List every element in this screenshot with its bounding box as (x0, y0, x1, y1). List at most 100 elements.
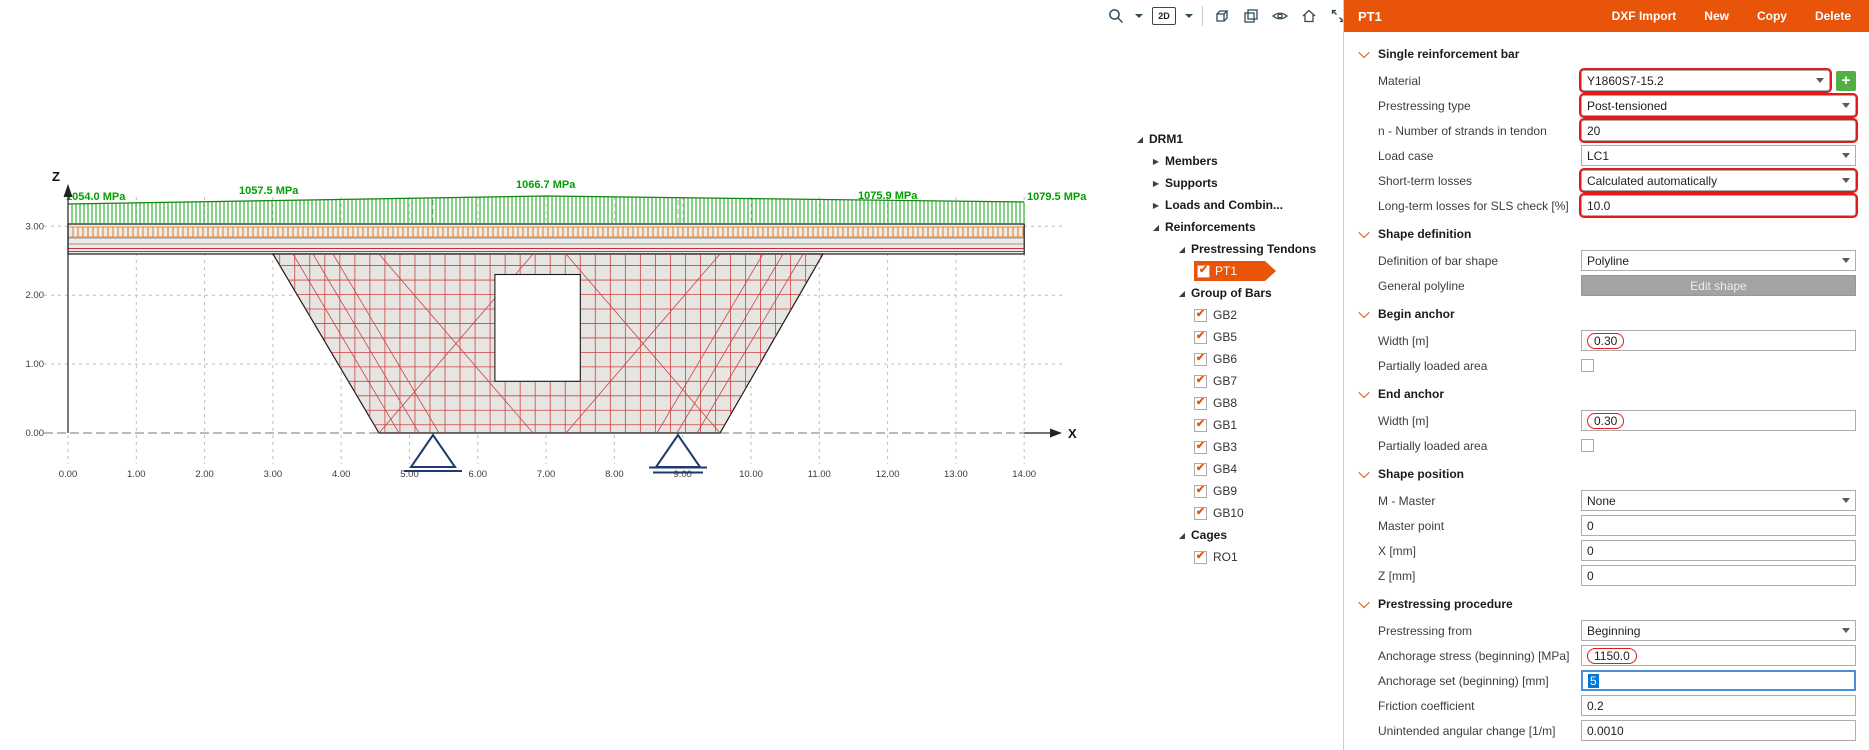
n-number-of-strands-in-tendon-input[interactable]: 20 (1581, 120, 1856, 141)
axonometry-icon[interactable] (1212, 6, 1232, 26)
tree-item-checkbox[interactable]: ✔ (1197, 265, 1210, 278)
tree-expand-icon[interactable]: ▶ (1150, 179, 1162, 188)
prop-control: 0.30 (1581, 330, 1856, 351)
tree-expand-icon[interactable]: ▶ (1150, 201, 1162, 210)
master-point-input[interactable]: 0 (1581, 515, 1856, 536)
tree-collapse-icon[interactable]: ◢ (1176, 245, 1188, 254)
friction-coefficient-input[interactable]: 0.2 (1581, 695, 1856, 716)
tree-item-checkbox[interactable]: ✔ (1194, 551, 1207, 564)
tree-item-checkbox[interactable]: ✔ (1194, 331, 1207, 344)
prop-row-short-term-losses: Short-term lossesCalculated automaticall… (1344, 168, 1869, 193)
check-icon: ✔ (1199, 265, 1208, 276)
partially-loaded-area-checkbox[interactable] (1581, 359, 1594, 372)
unintended-angular-change-1-m-input[interactable]: 0.0010 (1581, 720, 1856, 741)
tree-item-gb4[interactable]: ✔GB4 (1128, 458, 1340, 480)
zoom-icon[interactable] (1106, 6, 1126, 26)
anchorage-set-beginning-mm-input[interactable]: 5 (1581, 670, 1856, 691)
tree-expand-icon[interactable]: ▶ (1150, 157, 1162, 166)
tree-item-checkbox[interactable]: ✔ (1194, 353, 1207, 366)
tree-collapse-icon[interactable]: ◢ (1176, 289, 1188, 298)
section-header-shape-position[interactable]: Shape position (1344, 460, 1869, 488)
prestressing-type-select[interactable]: Post-tensioned (1581, 95, 1856, 116)
tree-item-gb5[interactable]: ✔GB5 (1128, 326, 1340, 348)
prop-label: Load case (1378, 149, 1581, 163)
section-header-end-anchor[interactable]: End anchor (1344, 380, 1869, 408)
tree-item-checkbox[interactable]: ✔ (1194, 375, 1207, 388)
z-mm-input[interactable]: 0 (1581, 565, 1856, 586)
check-icon: ✔ (1196, 419, 1205, 430)
tree-item-label: GB10 (1213, 506, 1244, 520)
panel-header-buttons: DXF Import New Copy Delete (1612, 9, 1851, 23)
long-term-losses-for-sls-check-input[interactable]: 10.0 (1581, 195, 1856, 216)
tree-item-gb8[interactable]: ✔GB8 (1128, 392, 1340, 414)
new-button[interactable]: New (1704, 9, 1729, 23)
tree-item-gb9[interactable]: ✔GB9 (1128, 480, 1340, 502)
tree-collapse-icon[interactable]: ◢ (1150, 223, 1162, 232)
dxf-import-button[interactable]: DXF Import (1612, 9, 1677, 23)
zoom-options-chevron[interactable] (1135, 14, 1143, 18)
delete-button[interactable]: Delete (1815, 9, 1851, 23)
tree-item-gb7[interactable]: ✔GB7 (1128, 370, 1340, 392)
section-header-shape-definition[interactable]: Shape definition (1344, 220, 1869, 248)
view-mode-chevron[interactable] (1185, 14, 1193, 18)
section-header-prestressing-procedure[interactable]: Prestressing procedure (1344, 590, 1869, 618)
select-value: None (1587, 494, 1616, 508)
tree-item-gb3[interactable]: ✔GB3 (1128, 436, 1340, 458)
model-tree: ◢DRM1▶Members▶Supports▶Loads and Combin.… (1128, 128, 1340, 568)
x-mm-input[interactable]: 0 (1581, 540, 1856, 561)
tree-item-supports[interactable]: ▶Supports (1128, 172, 1340, 194)
tree-item-loads-and-combin[interactable]: ▶Loads and Combin... (1128, 194, 1340, 216)
m-master-select[interactable]: None (1581, 490, 1856, 511)
prop-label: X [mm] (1378, 544, 1581, 558)
tree-item-gb10[interactable]: ✔ GB10 (1128, 502, 1340, 524)
prop-label: Width [m] (1378, 414, 1581, 428)
prop-label: Prestressing from (1378, 624, 1581, 638)
tree-collapse-icon[interactable]: ◢ (1134, 135, 1146, 144)
tree-item-gb2[interactable]: ✔GB2 (1128, 304, 1340, 326)
tree-item-ro1[interactable]: ✔RO1 (1128, 546, 1340, 568)
tree-item-gb6[interactable]: ✔GB6 (1128, 348, 1340, 370)
tree-item-drm1[interactable]: ◢DRM1 (1128, 128, 1340, 150)
definition-of-bar-shape-select[interactable]: Polyline (1581, 250, 1856, 271)
prop-row-load-case: Load caseLC1 (1344, 143, 1869, 168)
width-m-input[interactable]: 0.30 (1581, 330, 1856, 351)
prop-label: Master point (1378, 519, 1581, 533)
tree-item-checkbox[interactable]: ✔ (1194, 463, 1207, 476)
section-header-begin-anchor[interactable]: Begin anchor (1344, 300, 1869, 328)
short-term-losses-select[interactable]: Calculated automatically (1581, 170, 1856, 191)
load-case-select[interactable]: LC1 (1581, 145, 1856, 166)
tree-item-reinforcements[interactable]: ◢Reinforcements (1128, 216, 1340, 238)
tree-item-checkbox[interactable]: ✔ (1194, 507, 1207, 520)
tree-item-members[interactable]: ▶Members (1128, 150, 1340, 172)
tree-item-gb1[interactable]: ✔GB1 (1128, 414, 1340, 436)
tree-item-checkbox[interactable]: ✔ (1194, 485, 1207, 498)
properties-panel: PT1 DXF ImportNewCopyDelete Single reinf… (1343, 0, 1869, 750)
copy-button[interactable]: Copy (1757, 9, 1787, 23)
viewport-toolbar: 2D (1106, 6, 1348, 26)
section-title: Shape position (1378, 467, 1464, 481)
tree-item-group-of-bars[interactable]: ◢Group of Bars (1128, 282, 1340, 304)
add-material-button[interactable]: + (1836, 71, 1856, 91)
tree-item-checkbox[interactable]: ✔ (1194, 441, 1207, 454)
prop-control: 1150.0 (1581, 645, 1856, 666)
layers-icon[interactable] (1241, 6, 1261, 26)
width-m-input[interactable]: 0.30 (1581, 410, 1856, 431)
section-header-single-reinforcement-bar[interactable]: Single reinforcement bar (1344, 40, 1869, 68)
material-select[interactable]: Y1860S7-15.2 (1581, 70, 1830, 91)
partially-loaded-area-checkbox[interactable] (1581, 439, 1594, 452)
prop-row-definition-of-bar-shape: Definition of bar shapePolyline (1344, 248, 1869, 273)
tree-collapse-icon[interactable]: ◢ (1176, 531, 1188, 540)
tree-item-checkbox[interactable]: ✔ (1194, 419, 1207, 432)
tree-item-pt1[interactable]: ✔PT1 (1128, 260, 1340, 282)
prestressing-from-select[interactable]: Beginning (1581, 620, 1856, 641)
view-mode-select[interactable]: 2D (1152, 7, 1176, 25)
viewport-canvas[interactable]: 1054.0 MPa1057.5 MPa1066.7 MPa1075.9 MPa… (0, 0, 1343, 750)
home-view-icon[interactable] (1299, 6, 1319, 26)
tree-item-cages[interactable]: ◢Cages (1128, 524, 1340, 546)
tree-item-checkbox[interactable]: ✔ (1194, 309, 1207, 322)
visibility-icon[interactable] (1270, 6, 1290, 26)
edit-shape-button[interactable]: Edit shape (1581, 275, 1856, 296)
anchorage-stress-beginning-mpa-input[interactable]: 1150.0 (1581, 645, 1856, 666)
tree-item-checkbox[interactable]: ✔ (1194, 397, 1207, 410)
tree-item-prestressing-tendons[interactable]: ◢Prestressing Tendons (1128, 238, 1340, 260)
